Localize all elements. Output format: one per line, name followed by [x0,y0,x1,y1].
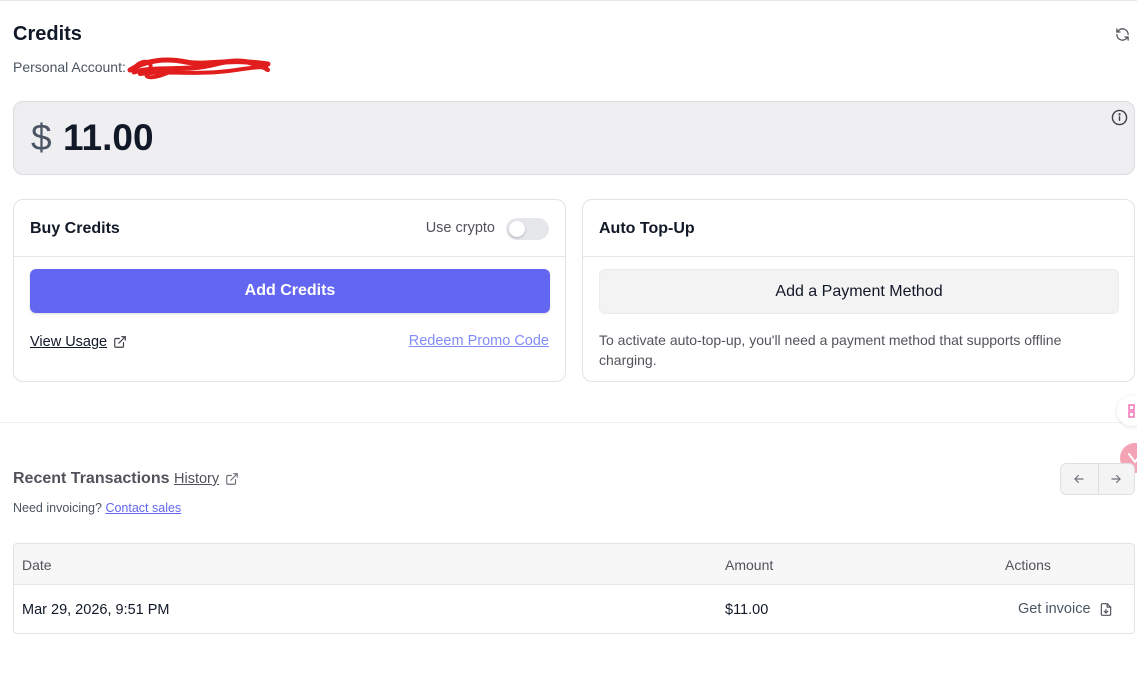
column-header-date: Date [22,557,52,573]
refresh-icon[interactable] [1115,27,1130,42]
history-link[interactable]: History [174,471,239,487]
prev-page-button[interactable] [1061,464,1098,494]
contact-sales-link[interactable]: Contact sales [105,501,181,515]
invoicing-prompt: Need invoicing? [13,501,102,515]
top-divider [0,0,1137,1]
column-header-amount: Amount [725,557,774,573]
use-crypto-label: Use crypto [425,220,495,236]
auto-topup-note: To activate auto-top-up, you'll need a p… [599,332,1062,368]
balance-amount: 11.00 [63,117,154,158]
page-title: Credits [13,23,82,45]
get-invoice-button[interactable]: Get invoice [1018,601,1113,617]
invoicing-note: Need invoicing? Contact sales [13,501,181,515]
auto-topup-card: Auto Top-Up Add a Payment Method To acti… [582,199,1135,382]
history-label: History [174,471,220,487]
row-amount: $11.00 [725,602,769,618]
section-divider [0,422,1137,423]
add-credits-button[interactable]: Add Credits [30,269,550,313]
transactions-table: Date Amount Actions Mar 29, 2026, 9:51 P… [13,543,1135,634]
arrow-right-icon [1111,474,1121,484]
view-usage-label: View Usage [30,334,108,350]
file-download-icon [1100,602,1111,616]
external-link-icon [114,336,126,348]
toggle-knob [509,221,525,237]
add-payment-method-button[interactable]: Add a Payment Method [599,269,1119,314]
redaction-scribble [127,57,271,80]
table-header: Date Amount Actions [14,544,1134,585]
column-header-actions: Actions [1005,557,1051,573]
recent-transactions-title: Recent Transactions [13,470,170,487]
info-icon[interactable] [1111,109,1128,126]
balance-currency: $ [31,117,52,158]
external-link-icon [226,473,238,485]
get-invoice-label: Get invoice [1018,601,1091,617]
buy-credits-card: Buy Credits Use crypto Add Credits View … [13,199,566,382]
balance-card: $ 11.00 [13,101,1135,175]
account-label: Personal Account: [13,59,126,75]
floating-widget-button[interactable] [1117,396,1137,426]
row-date: Mar 29, 2026, 9:51 PM [22,602,170,618]
use-crypto-toggle[interactable] [506,218,549,240]
buy-credits-title: Buy Credits [30,220,120,237]
buy-credits-header: Buy Credits Use crypto [14,200,565,257]
auto-topup-title: Auto Top-Up [599,220,695,237]
grid-icon [1128,404,1135,418]
next-page-button[interactable] [1097,464,1135,494]
view-usage-link[interactable]: View Usage [30,334,127,350]
pagination [1060,463,1135,495]
redeem-promo-link[interactable]: Redeem Promo Code [409,333,549,349]
arrow-left-icon [1074,474,1084,484]
auto-topup-header: Auto Top-Up [583,200,1134,257]
